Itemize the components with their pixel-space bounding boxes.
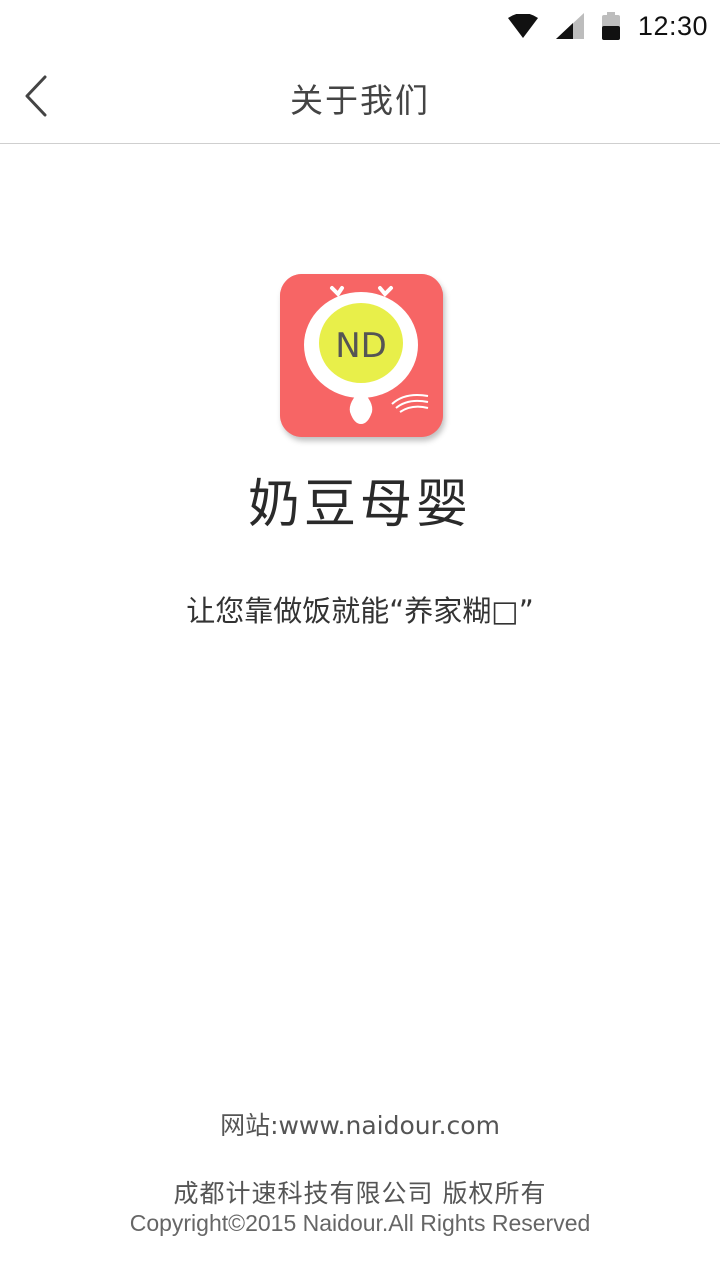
signal-icon bbox=[555, 13, 584, 39]
battery-icon bbox=[601, 12, 620, 40]
app-slogan: 让您靠做饭就能“养家糊□” bbox=[186, 594, 534, 628]
company-name: 成都计速科技有限公司 版权所有 bbox=[173, 1179, 547, 1208]
about-us-screen: 12:30 关于我们 ND 奶豆母婴 让您靠做饭就能“养家糊□” 网站:www.… bbox=[0, 0, 720, 1280]
app-logo: ND bbox=[280, 274, 443, 437]
copyright-text: Copyright©2015 Naidour.All Rights Reserv… bbox=[129, 1210, 591, 1236]
title-bar: 关于我们 bbox=[0, 52, 720, 144]
status-bar: 12:30 bbox=[0, 0, 720, 52]
logo-text: ND bbox=[335, 326, 387, 366]
page-title: 关于我们 bbox=[290, 80, 430, 120]
wifi-icon bbox=[507, 14, 538, 38]
app-name: 奶豆母婴 bbox=[247, 475, 472, 535]
chevron-left-icon bbox=[23, 75, 49, 121]
website-link[interactable]: 网站:www.naidour.com bbox=[0, 1106, 720, 1142]
back-button[interactable] bbox=[8, 68, 64, 128]
status-time: 12:30 bbox=[637, 10, 708, 41]
